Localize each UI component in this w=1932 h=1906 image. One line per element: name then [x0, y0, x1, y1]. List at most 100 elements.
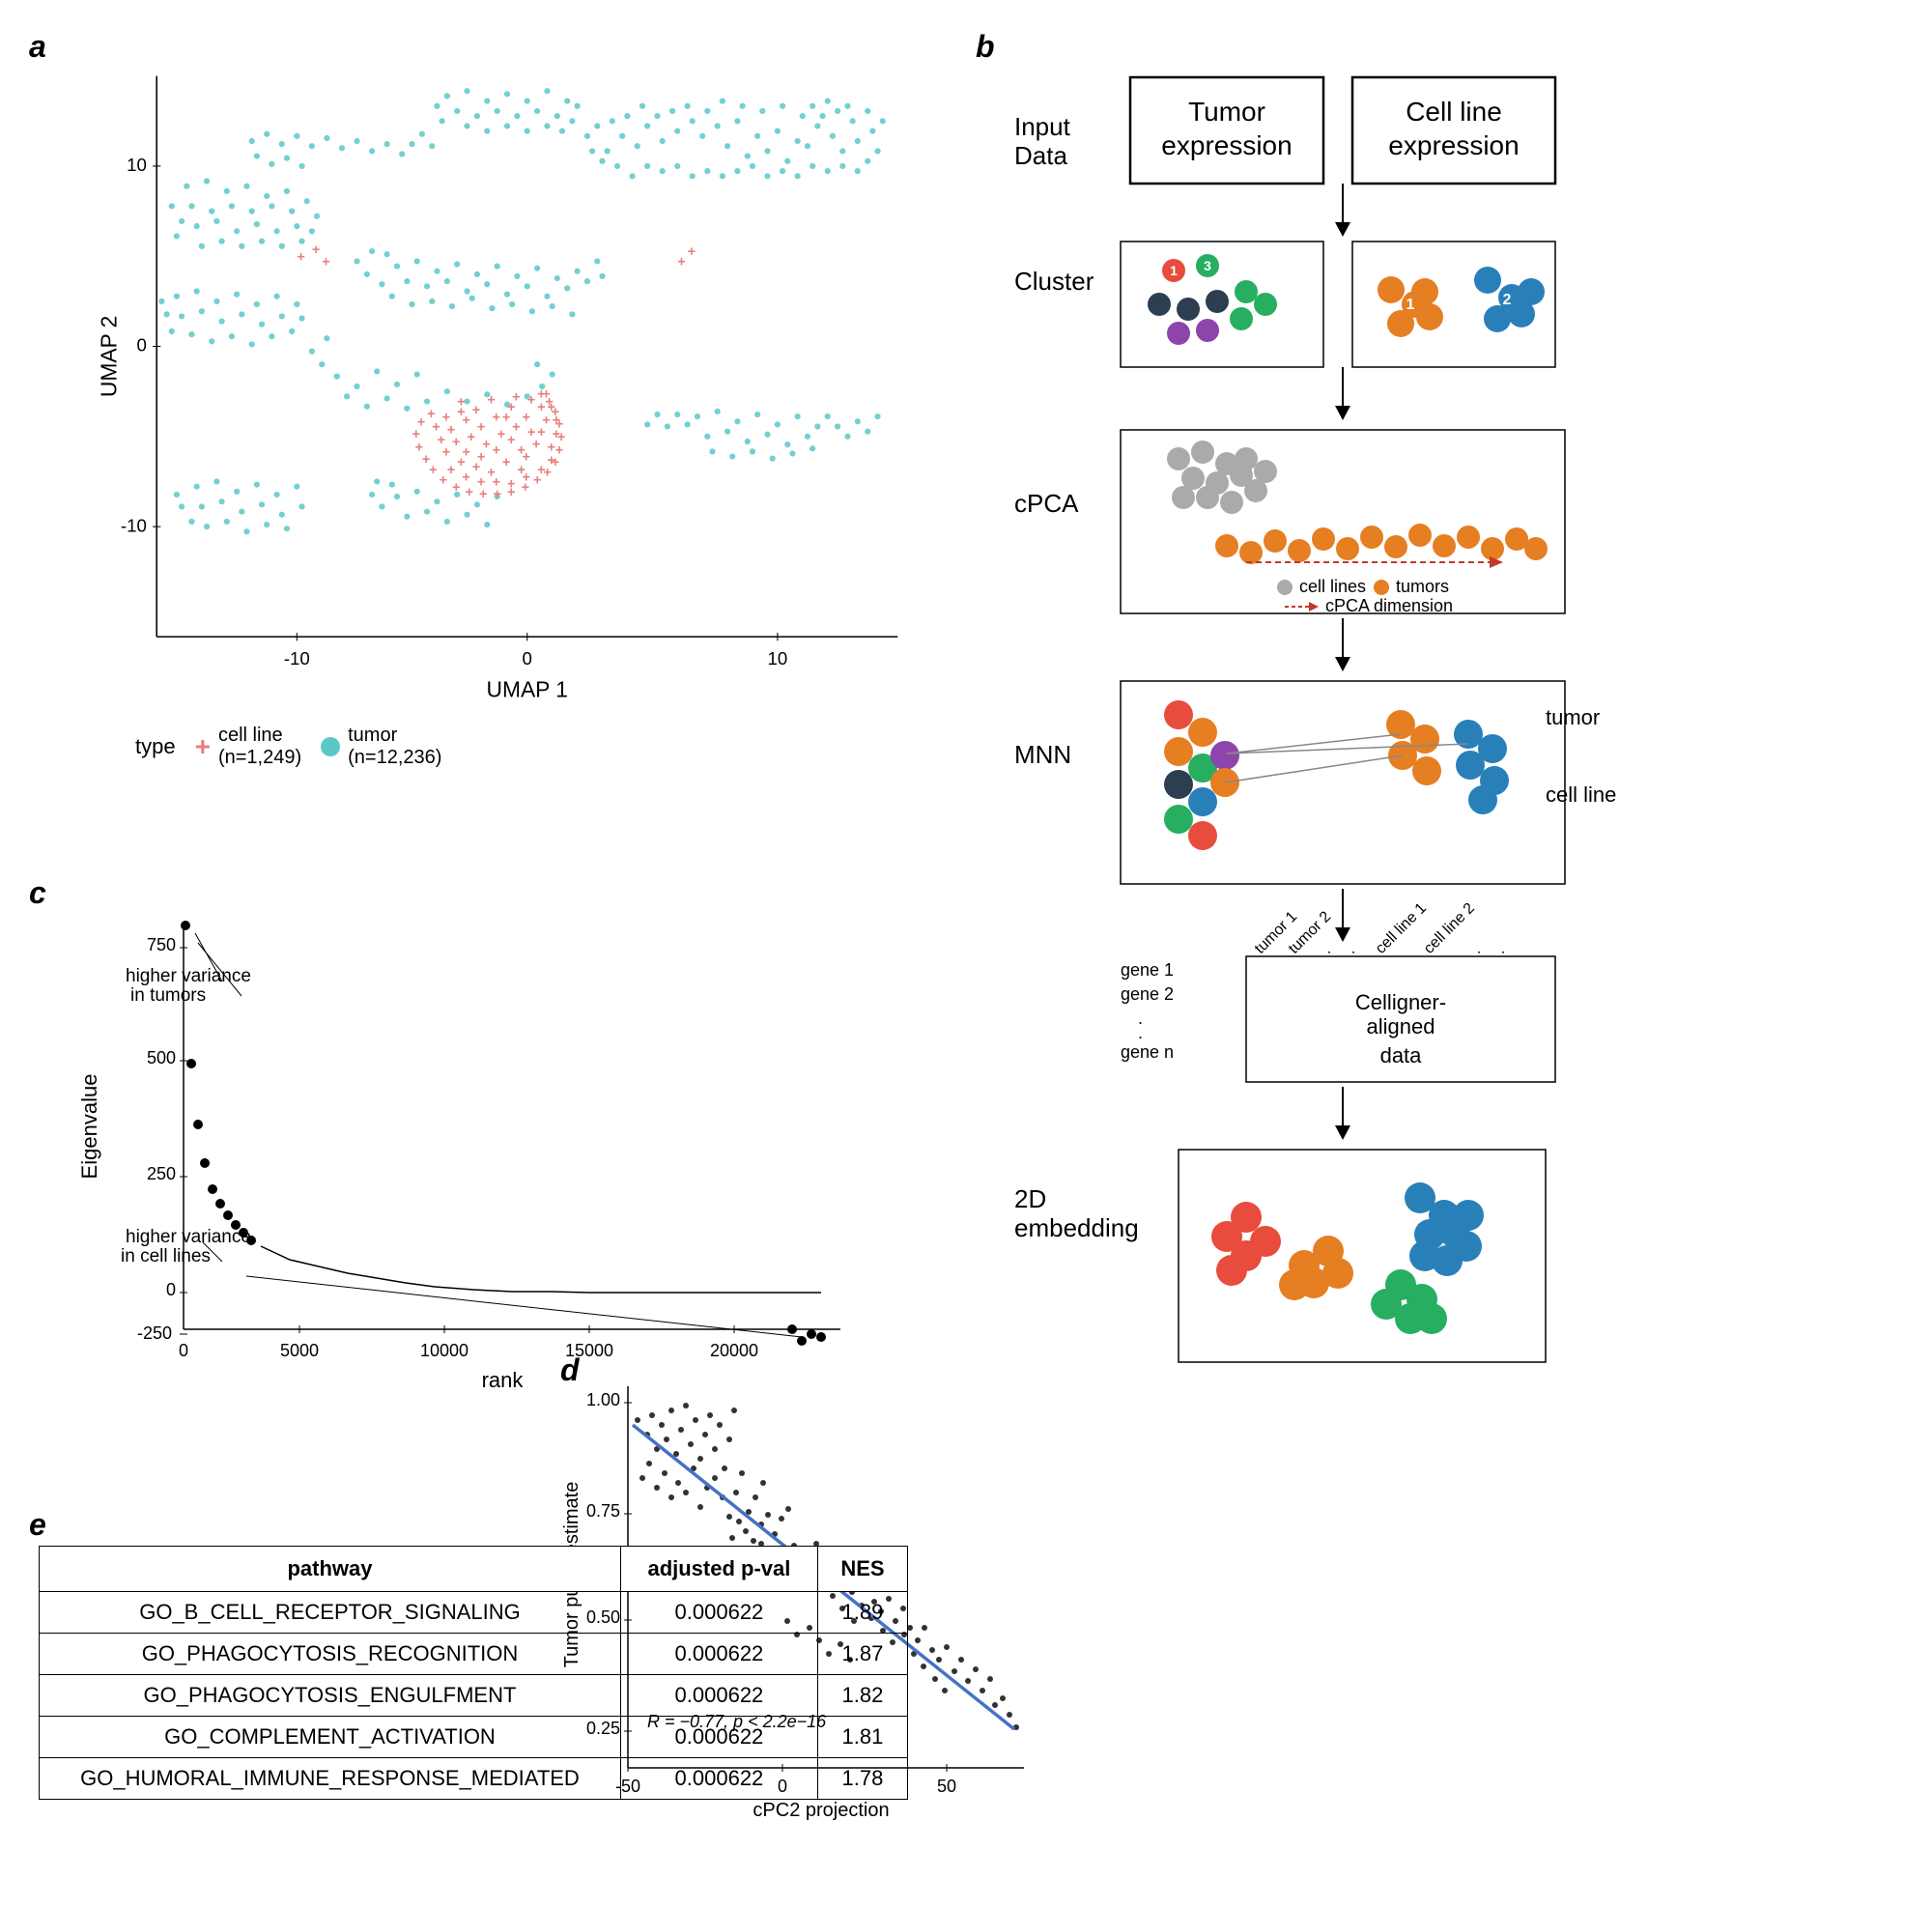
panel-a-label: a — [29, 29, 46, 65]
svg-text:tumors: tumors — [1396, 577, 1449, 596]
svg-text:+: + — [477, 420, 485, 436]
svg-text:gene 2: gene 2 — [1121, 984, 1174, 1004]
svg-text:0: 0 — [136, 335, 146, 356]
svg-text:+: + — [472, 403, 480, 418]
svg-text:Cell line: Cell line — [1406, 97, 1502, 127]
legend: type + cell line(n=1,249) tumor(n=12,236… — [135, 725, 947, 769]
svg-text:gene n: gene n — [1121, 1042, 1174, 1062]
svg-text:tumor: tumor — [1546, 705, 1600, 729]
svg-text:+: + — [440, 473, 447, 489]
svg-text:+: + — [452, 435, 460, 450]
nes-cell: 1.89 — [817, 1592, 907, 1634]
pathway-table: pathway adjusted p-val NES GO_B_CELL_REC… — [39, 1546, 908, 1800]
svg-text:+: + — [502, 455, 510, 470]
svg-text:gene 1: gene 1 — [1121, 960, 1174, 980]
pval-cell: 0.000622 — [620, 1592, 817, 1634]
panel-d-label: d — [560, 1352, 580, 1388]
svg-text:+: + — [545, 395, 553, 411]
svg-text:+: + — [523, 410, 530, 425]
pval-cell: 0.000622 — [620, 1675, 817, 1717]
legend-type-label: type — [135, 734, 176, 759]
svg-text:0: 0 — [523, 648, 532, 669]
svg-text:.: . — [1344, 943, 1358, 957]
svg-text:1: 1 — [1170, 263, 1178, 278]
svg-text:Eigenvalue: Eigenvalue — [77, 1073, 101, 1179]
svg-text:in cell lines: in cell lines — [121, 1246, 211, 1266]
cell-line-label: cell line(n=1,249) — [218, 725, 301, 769]
svg-text:data: data — [1380, 1043, 1423, 1067]
pathway-column-header: pathway — [40, 1547, 621, 1592]
svg-text:1: 1 — [1406, 297, 1415, 313]
svg-text:500: 500 — [147, 1048, 176, 1067]
svg-text:Tumor: Tumor — [1188, 97, 1265, 127]
nes-column-header: NES — [817, 1547, 907, 1592]
svg-text:+: + — [493, 487, 500, 502]
pval-cell: 0.000622 — [620, 1758, 817, 1800]
svg-text:+: + — [492, 442, 499, 458]
svg-text:+: + — [468, 430, 475, 445]
svg-text:+: + — [492, 410, 499, 425]
svg-text:+: + — [533, 473, 541, 489]
svg-text:+: + — [452, 480, 460, 496]
svg-text:3: 3 — [1204, 258, 1211, 273]
svg-text:10: 10 — [768, 648, 788, 669]
panel-b: b Input Data Tumor expression Cell line … — [976, 29, 1903, 1877]
svg-text:cPCA dimension: cPCA dimension — [1325, 596, 1453, 615]
svg-text:UMAP 2: UMAP 2 — [97, 316, 122, 397]
svg-text:250: 250 — [147, 1164, 176, 1183]
pathway-cell: GO_COMPLEMENT_ACTIVATION — [40, 1717, 621, 1758]
table-row: GO_COMPLEMENT_ACTIVATION 0.000622 1.81 — [40, 1717, 908, 1758]
tumor-icon — [321, 737, 340, 756]
svg-text:embedding: embedding — [1014, 1213, 1139, 1242]
svg-text:-250: -250 — [137, 1323, 172, 1343]
nes-cell: 1.87 — [817, 1634, 907, 1675]
svg-text:cell line 1: cell line 1 — [1373, 900, 1430, 957]
svg-text:expression: expression — [1388, 130, 1519, 160]
svg-text:5000: 5000 — [280, 1341, 319, 1360]
table-row: GO_PHAGOCYTOSIS_ENGULFMENT 0.000622 1.82 — [40, 1675, 908, 1717]
svg-text:+: + — [297, 249, 304, 265]
svg-text:+: + — [447, 463, 455, 478]
svg-text:+: + — [462, 469, 469, 485]
svg-text:1.00: 1.00 — [586, 1390, 620, 1409]
pval-cell: 0.000622 — [620, 1634, 817, 1675]
svg-text:750: 750 — [147, 935, 176, 954]
svg-text:higher variance: higher variance — [126, 1227, 251, 1247]
panel-c-label: c — [29, 875, 46, 911]
svg-text:+: + — [312, 242, 320, 258]
pval-column-header: adjusted p-val — [620, 1547, 817, 1592]
legend-tumor: tumor(n=12,236) — [321, 725, 441, 769]
svg-text:cell lines: cell lines — [1299, 577, 1366, 596]
nes-cell: 1.78 — [817, 1758, 907, 1800]
svg-text:-10: -10 — [284, 648, 310, 669]
svg-text:in tumors: in tumors — [130, 985, 206, 1006]
svg-text:UMAP 1: UMAP 1 — [486, 676, 567, 701]
svg-text:.: . — [1320, 943, 1334, 957]
svg-text:aligned: aligned — [1367, 1014, 1435, 1038]
nes-cell: 1.82 — [817, 1675, 907, 1717]
legend-cell-line: + cell line(n=1,249) — [195, 725, 302, 769]
svg-text:.: . — [1138, 1023, 1143, 1042]
svg-text:+: + — [457, 455, 465, 470]
cell-line-icon: + — [195, 731, 211, 762]
nes-cell: 1.81 — [817, 1717, 907, 1758]
svg-text:+: + — [322, 255, 329, 270]
svg-text:MNN: MNN — [1014, 740, 1071, 769]
svg-text:10: 10 — [127, 155, 147, 175]
pathway-cell: GO_B_CELL_RECEPTOR_SIGNALING — [40, 1592, 621, 1634]
svg-text:.: . — [1493, 943, 1508, 957]
svg-text:+: + — [465, 485, 472, 500]
svg-text:+: + — [497, 427, 505, 442]
svg-text:+: + — [479, 487, 487, 502]
pval-cell: 0.000622 — [620, 1717, 817, 1758]
svg-text:rank: rank — [482, 1368, 525, 1392]
svg-text:+: + — [512, 390, 520, 406]
panel-b-label: b — [976, 29, 995, 65]
svg-text:+: + — [507, 485, 515, 500]
svg-text:+: + — [527, 393, 535, 409]
svg-text:+: + — [523, 450, 530, 466]
svg-text:0: 0 — [166, 1280, 176, 1299]
svg-text:-10: -10 — [121, 515, 147, 535]
svg-text:2: 2 — [1503, 292, 1512, 308]
pathway-cell: GO_PHAGOCYTOSIS_ENGULFMENT — [40, 1675, 621, 1717]
